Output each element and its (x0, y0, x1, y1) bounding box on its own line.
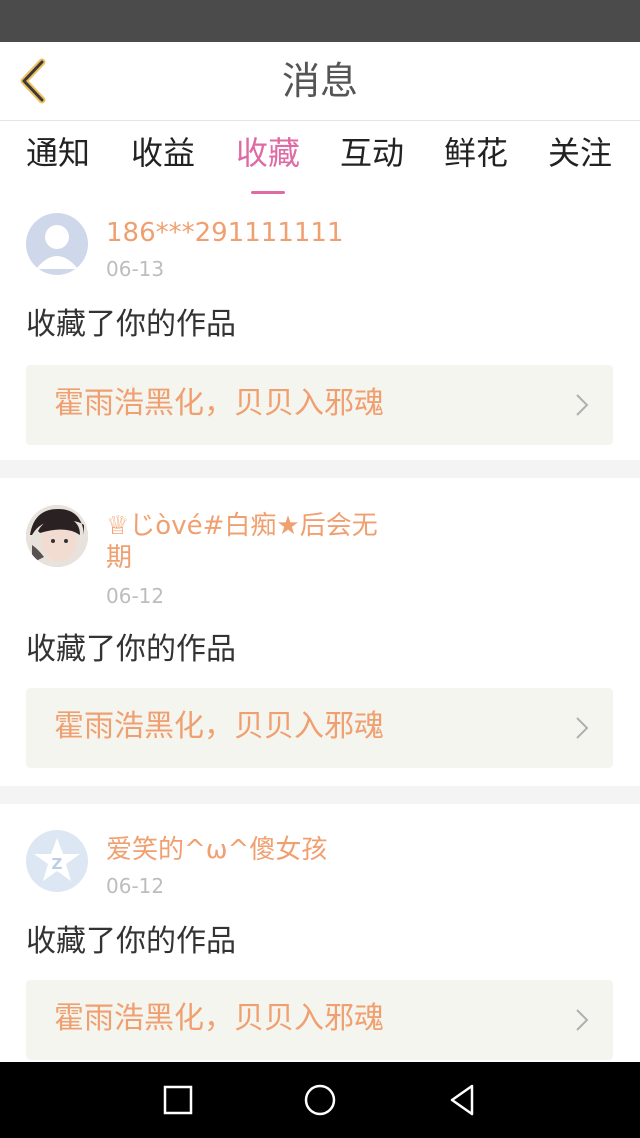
action-text: 收藏了你的作品 (26, 307, 236, 342)
status-bar (0, 0, 640, 42)
list-item: 186***291111111 06-13 收藏了你的作品 霍雨浩黑化，贝贝入邪… (0, 195, 640, 460)
back-nav-button[interactable] (444, 1082, 480, 1118)
tab-earnings[interactable]: 收益 (115, 131, 211, 175)
divider (0, 460, 640, 478)
user-name[interactable]: 186***291111111 (106, 217, 406, 249)
tab-flowers[interactable]: 鲜花 (428, 131, 524, 175)
recents-button[interactable] (160, 1082, 196, 1118)
default-avatar-icon[interactable] (26, 213, 88, 275)
svg-text:Z: Z (52, 855, 63, 873)
divider (0, 786, 640, 804)
qq-logo-icon[interactable]: Z (26, 830, 88, 892)
action-text: 收藏了你的作品 (26, 632, 236, 667)
user-name[interactable]: ♕じòvé#白痴★后会无 期 (106, 510, 406, 574)
home-button[interactable] (302, 1082, 338, 1118)
tab-notifications[interactable]: 通知 (10, 131, 106, 175)
chevron-right-icon (576, 394, 589, 416)
user-name[interactable]: 爱笑的^ω^傻女孩 (106, 834, 406, 866)
tab-favorites[interactable]: 收藏 (220, 131, 316, 194)
circle-icon (304, 1084, 336, 1116)
chevron-right-icon (576, 1009, 589, 1031)
message-date: 06-12 (106, 584, 165, 608)
page-title: 消息 (281, 59, 358, 103)
user-avatar[interactable] (26, 505, 88, 567)
square-icon (163, 1085, 193, 1115)
tab-bar: 通知 收益 收藏 互动 鲜花 关注 (0, 121, 640, 195)
chevron-right-icon (576, 717, 589, 739)
work-link[interactable]: 霍雨浩黑化，贝贝入邪魂 (26, 980, 613, 1060)
work-title: 霍雨浩黑化，贝贝入邪魂 (54, 709, 384, 744)
list-item: Z 爱笑的^ω^傻女孩 06-12 收藏了你的作品 霍雨浩黑化，贝贝入邪魂 (0, 804, 640, 1062)
work-link[interactable]: 霍雨浩黑化，贝贝入邪魂 (26, 365, 613, 445)
action-text: 收藏了你的作品 (26, 924, 236, 959)
work-title: 霍雨浩黑化，贝贝入邪魂 (54, 1001, 384, 1036)
work-link[interactable]: 霍雨浩黑化，贝贝入邪魂 (26, 688, 613, 768)
message-date: 06-13 (106, 257, 165, 281)
system-nav-bar (0, 1062, 640, 1138)
header: 消息 (0, 42, 640, 121)
active-tab-indicator (251, 191, 285, 194)
work-title: 霍雨浩黑化，贝贝入邪魂 (54, 386, 384, 421)
list-item: ♕じòvé#白痴★后会无 期 06-12 收藏了你的作品 霍雨浩黑化，贝贝入邪魂 (0, 478, 640, 786)
triangle-back-icon (450, 1084, 474, 1116)
message-date: 06-12 (106, 874, 165, 898)
tab-interactions[interactable]: 互动 (324, 131, 420, 175)
tab-follows[interactable]: 关注 (532, 131, 628, 175)
